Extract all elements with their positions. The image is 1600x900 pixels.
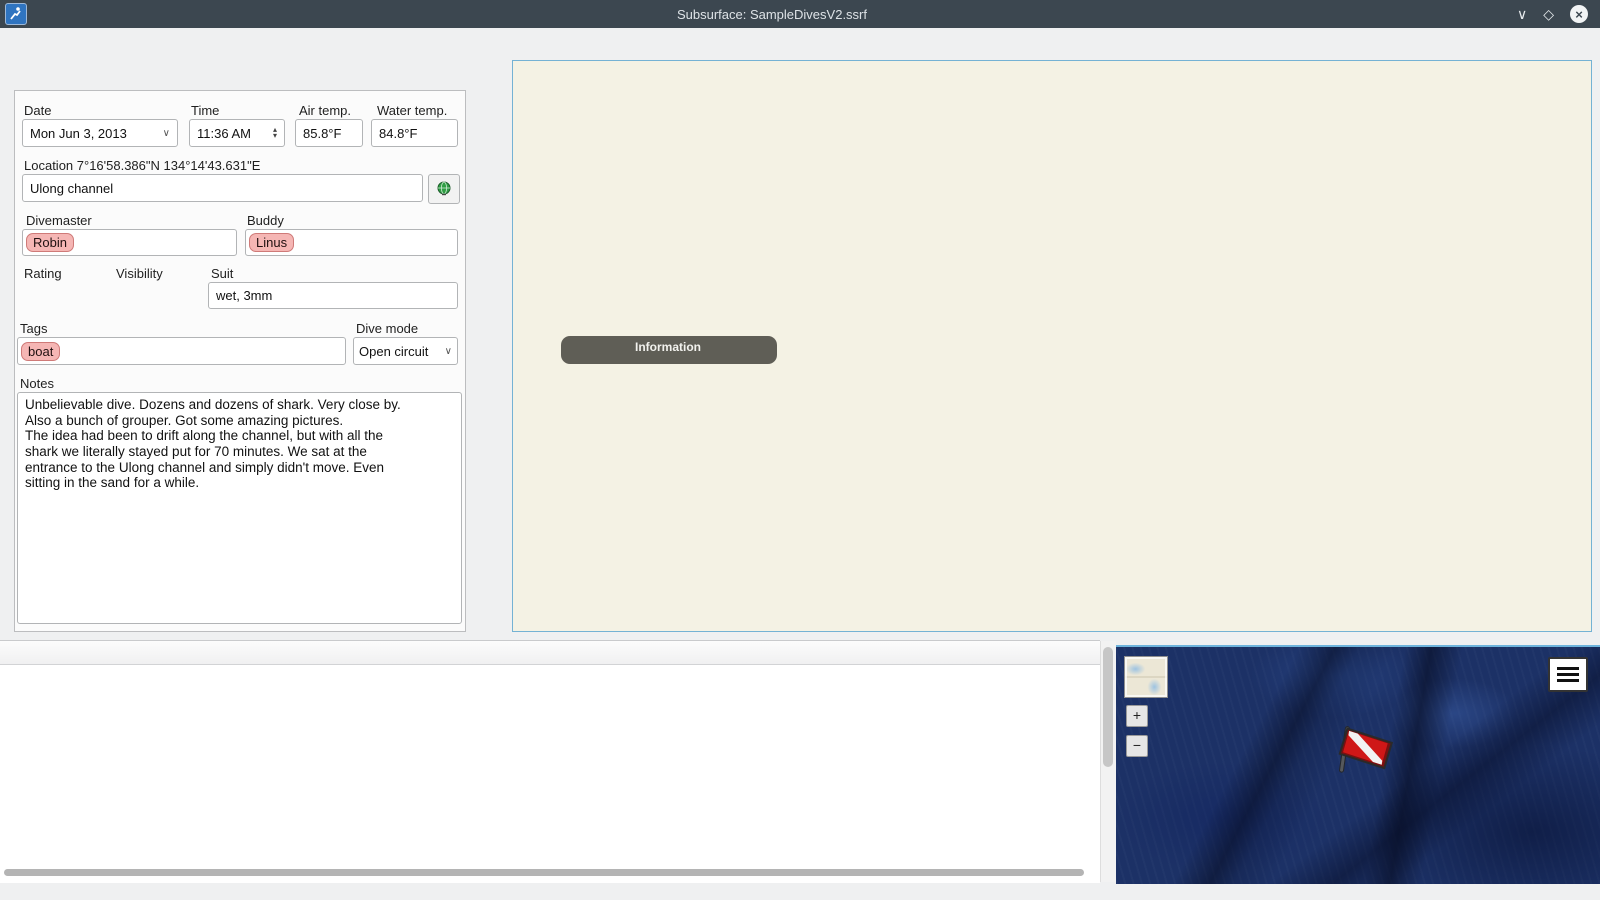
window-title: Subsurface: SampleDivesV2.ssrf <box>676 6 867 22</box>
minimize-button[interactable]: ∨ <box>1517 6 1527 23</box>
menu-bar <box>0 28 1600 58</box>
tags-label: Tags <box>20 321 48 336</box>
dive-mode-select[interactable]: Open circuit ∨ <box>353 337 458 365</box>
map-zoom-out-button[interactable]: − <box>1126 735 1148 757</box>
information-tooltip[interactable]: Information <box>561 336 777 364</box>
time-spinbox[interactable]: 11:36 AM ▴ ▾ <box>189 119 285 147</box>
information-title: Information <box>635 340 701 354</box>
map-menu-button[interactable] <box>1548 657 1588 692</box>
globe-icon <box>437 181 451 196</box>
date-label: Date <box>24 103 52 118</box>
location-input[interactable]: Ulong channel <box>22 174 423 202</box>
profile-toolbar <box>476 64 512 634</box>
buddy-input[interactable]: Linus <box>245 229 458 256</box>
notes-textarea[interactable]: Unbelievable dive. Dozens and dozens of … <box>17 392 462 624</box>
divemaster-label: Divemaster <box>26 213 92 228</box>
map-zoom-in-button[interactable]: + <box>1126 705 1148 727</box>
dive-mode-label: Dive mode <box>356 321 419 336</box>
water-temp-label: Water temp. <box>377 103 448 118</box>
suit-input[interactable]: wet, 3mm <box>208 282 458 309</box>
hamburger-icon <box>1557 667 1579 682</box>
buddy-label: Buddy <box>247 213 284 228</box>
dive-list <box>0 640 1100 883</box>
divemaster-input[interactable]: Robin <box>22 229 237 256</box>
air-temp-label: Air temp. <box>299 103 352 118</box>
vertical-scrollbar[interactable] <box>1100 641 1116 882</box>
horizontal-scrollbar[interactable] <box>4 869 1096 877</box>
close-button[interactable]: × <box>1570 5 1588 23</box>
spinner-icons[interactable]: ▴ ▾ <box>273 126 277 140</box>
water-temp-field[interactable]: 84.8°F <box>371 119 458 147</box>
app-icon <box>5 3 27 25</box>
chevron-down-icon: ∨ <box>444 345 452 357</box>
dive-list-header <box>0 641 1100 665</box>
chevron-down-icon: ∨ <box>162 127 170 139</box>
notes-label: Notes <box>20 376 54 391</box>
maximize-button[interactable]: ◇ <box>1543 6 1554 23</box>
divemaster-chip[interactable]: Robin <box>26 233 74 252</box>
location-label: Location 7°16'58.386"N 134°14'43.631"E <box>24 158 261 173</box>
suit-label: Suit <box>211 266 234 281</box>
time-label: Time <box>191 103 220 118</box>
globe-button[interactable] <box>428 174 460 204</box>
dive-site-map[interactable]: + − <box>1116 645 1600 884</box>
map-overview-thumbnail[interactable] <box>1124 656 1168 698</box>
visibility-label: Visibility <box>116 266 163 281</box>
dive-flag-marker[interactable] <box>1328 719 1398 789</box>
air-temp-field[interactable]: 85.8°F <box>295 119 363 147</box>
rating-label: Rating <box>24 266 62 281</box>
buddy-chip[interactable]: Linus <box>249 233 295 252</box>
tag-chip[interactable]: boat <box>21 341 61 361</box>
dive-profile-chart[interactable]: Information <box>512 60 1592 632</box>
title-bar: Subsurface: SampleDivesV2.ssrf ∨ ◇ × <box>0 0 1600 28</box>
date-combobox[interactable]: Mon Jun 3, 2013 ∨ <box>22 119 178 147</box>
tags-input[interactable]: boat <box>17 337 346 365</box>
